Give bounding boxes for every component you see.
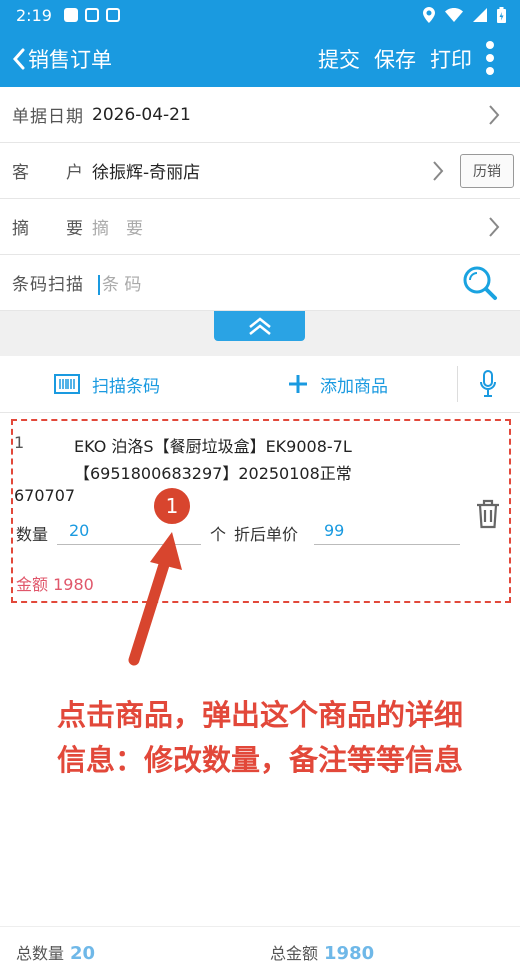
notification-icon <box>63 8 78 22</box>
item-index: 1 <box>14 433 25 452</box>
delete-icon[interactable] <box>475 499 501 529</box>
unit-label: 个 <box>210 525 227 544</box>
customer-row[interactable]: 客户 徐振辉-奇丽店 历销 <box>0 143 520 199</box>
sales-history-button[interactable]: 历销 <box>460 154 514 188</box>
amount-text: 金额 1980 <box>16 575 94 594</box>
date-row[interactable]: 单据日期 2026-04-21 <box>0 87 520 143</box>
system-icons <box>423 7 506 23</box>
location-icon <box>423 7 435 23</box>
chevron-right-icon <box>489 216 500 237</box>
item-name-line1: EKO 泊洛S【餐厨垃圾盒】EK9008-7L <box>74 437 352 456</box>
annotation-arrow <box>128 532 182 666</box>
more-options-icon[interactable] <box>486 41 494 75</box>
notification-icon-b <box>105 8 120 22</box>
date-label: 单据日期 <box>12 107 84 127</box>
collapse-button[interactable] <box>214 311 305 341</box>
scan-barcode-button[interactable]: 扫描条码 <box>54 356 160 412</box>
customer-value: 徐振辉-奇丽店 <box>92 163 201 183</box>
barcode-row: 条码扫描 条 码 <box>0 255 520 311</box>
scan-barcode-label: 扫描条码 <box>92 376 160 397</box>
page-title: 销售订单 <box>28 47 112 72</box>
wifi-icon <box>445 8 463 22</box>
customer-label: 客户 <box>12 163 84 183</box>
app-bar: 销售订单 提交 保存 打印 <box>0 30 520 87</box>
product-list-item[interactable]: 1 EKO 泊洛S【餐厨垃圾盒】EK9008-7L 【6951800683297… <box>11 419 511 603</box>
annotation-text-line1: 点击商品，弹出这个商品的详细 <box>56 698 463 732</box>
add-product-button[interactable]: 添加商品 <box>288 356 388 412</box>
notification-icons <box>63 8 120 22</box>
total-amount: 总金额 1980 <box>270 943 375 964</box>
status-bar: 2:19 <box>0 0 520 30</box>
annotation-text-line2: 信息：修改数量，备注等等信息 <box>56 743 463 777</box>
memo-row[interactable]: 摘要 摘 要 <box>0 199 520 255</box>
item-name-line3: 670707 <box>14 486 76 505</box>
print-button[interactable]: 打印 <box>430 44 472 74</box>
double-chevron-up-icon <box>248 317 271 335</box>
discount-price-label: 折后单价 <box>234 525 299 544</box>
quantity-label: 数量 <box>16 525 49 544</box>
barcode-label: 条码扫描 <box>12 275 84 295</box>
divider <box>457 366 458 402</box>
barcode-input[interactable]: 条 码 <box>98 270 141 295</box>
notification-icon-a <box>84 8 99 22</box>
totals-footer: 总数量 20 总金额 1980 <box>0 926 520 977</box>
item-toolbar: 扫描条码 添加商品 <box>0 356 520 413</box>
status-time: 2:19 <box>16 5 52 25</box>
submit-button[interactable]: 提交 <box>318 44 360 74</box>
discount-price-input[interactable]: 99 <box>314 517 460 545</box>
save-button[interactable]: 保存 <box>374 44 416 74</box>
item-name-line2: 【6951800683297】20250108正常 <box>74 464 352 483</box>
plus-icon <box>289 375 307 393</box>
search-icon[interactable] <box>462 265 498 301</box>
date-value: 2026-04-21 <box>92 104 191 125</box>
chevron-right-icon <box>433 160 444 181</box>
chevron-right-icon <box>489 104 500 125</box>
chevron-left-icon <box>12 48 25 69</box>
signal-icon <box>473 8 487 22</box>
memo-input[interactable]: 摘 要 <box>92 214 143 239</box>
battery-icon <box>497 7 506 23</box>
back-button[interactable]: 销售订单 <box>12 44 112 74</box>
memo-label: 摘要 <box>12 219 84 239</box>
step-badge: 1 <box>152 486 192 526</box>
microphone-icon[interactable] <box>479 370 497 398</box>
add-product-label: 添加商品 <box>320 376 388 397</box>
total-quantity: 总数量 20 <box>16 943 96 964</box>
barcode-icon <box>54 374 80 394</box>
